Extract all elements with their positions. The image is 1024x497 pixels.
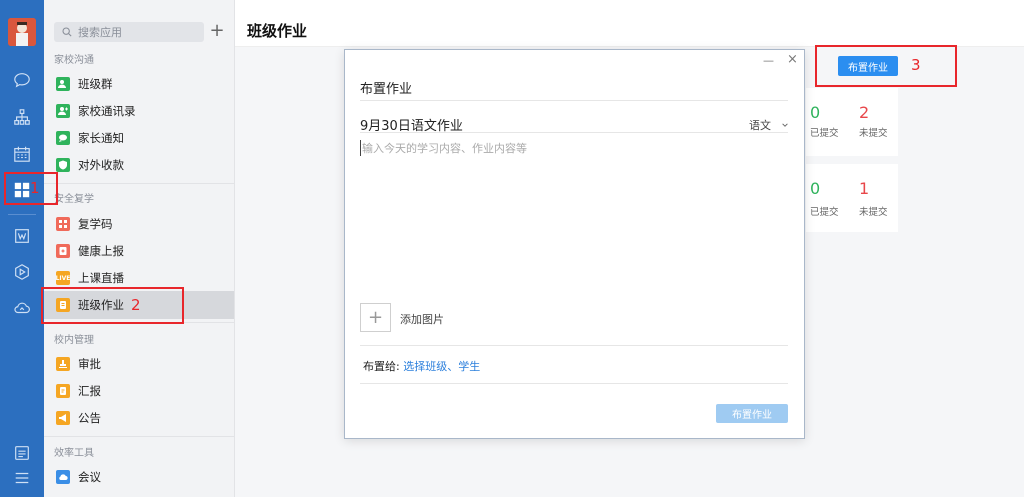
- nav-item-label: 上课直播: [78, 271, 124, 285]
- search-icon: [62, 27, 72, 37]
- nav-item-contacts[interactable]: 家校通讯录: [44, 97, 234, 125]
- annotation-box-2: [41, 287, 184, 324]
- doc-icon[interactable]: [12, 226, 32, 246]
- contacts-icon: [56, 104, 70, 118]
- class-group-icon: [56, 77, 70, 91]
- annotation-number-3: 3: [911, 56, 921, 74]
- unsubmitted-label: 未提交: [859, 207, 888, 218]
- nav-item-label: 家校通讯录: [78, 104, 136, 118]
- add-image-button[interactable]: +: [360, 303, 391, 332]
- nav-item-announcement[interactable]: 公告: [44, 404, 234, 432]
- nav-item-label: 班级群: [78, 77, 113, 91]
- section-title: 安全复学: [54, 194, 94, 205]
- dialog-divider: [360, 345, 788, 346]
- section-title: 家校沟通: [54, 55, 94, 66]
- megaphone-icon: [56, 411, 70, 425]
- search-placeholder: 搜索应用: [78, 26, 122, 39]
- subject-select[interactable]: 语文: [749, 117, 789, 133]
- nav-item-approval[interactable]: 审批: [44, 350, 234, 378]
- calendar-icon[interactable]: [12, 144, 32, 164]
- approval-stamp-icon: [56, 357, 70, 371]
- nav-item-meeting[interactable]: 会议: [44, 463, 234, 491]
- avatar[interactable]: [8, 18, 36, 46]
- minimize-button[interactable]: —: [763, 54, 774, 67]
- dialog-divider: [360, 132, 788, 133]
- menu-icon[interactable]: [12, 468, 32, 488]
- dialog-divider: [360, 100, 788, 101]
- nav-item-label: 审批: [78, 357, 101, 371]
- dialog-divider: [360, 383, 788, 384]
- left-rail: [0, 0, 44, 497]
- qr-code-icon: [56, 217, 70, 231]
- nav-item-return-code[interactable]: 复学码: [44, 210, 234, 238]
- nav-item-label: 复学码: [78, 217, 113, 231]
- homework-card[interactable]: 0 已提交 2 未提交: [806, 88, 898, 156]
- unsubmitted-count: 2: [859, 103, 870, 122]
- page-title: 班级作业: [247, 22, 308, 40]
- add-image-label: 添加图片: [400, 313, 444, 326]
- unsubmitted-count: 1: [859, 179, 870, 198]
- section-title: 效率工具: [54, 448, 94, 459]
- meeting-cloud-icon: [56, 470, 70, 484]
- nav-item-label: 会议: [78, 470, 101, 484]
- assign-to-label: 布置给:: [363, 360, 400, 373]
- submitted-count: 0: [810, 103, 821, 122]
- health-report-icon: [56, 244, 70, 258]
- assign-to-row: 布置给: 选择班级、学生: [363, 358, 480, 374]
- nav-item-label: 对外收款: [78, 158, 124, 172]
- dialog-submit-button[interactable]: 布置作业: [716, 404, 788, 423]
- nav-divider: [44, 183, 234, 184]
- section-title: 校内管理: [54, 335, 94, 346]
- chevron-down-icon: [781, 123, 788, 127]
- nav-item-payment[interactable]: 对外收款: [44, 151, 234, 179]
- send-icon[interactable]: [12, 262, 32, 282]
- notice-bubble-icon: [56, 131, 70, 145]
- unsubmitted-label: 未提交: [859, 128, 888, 139]
- nav-item-parent-notice[interactable]: 家长通知: [44, 124, 234, 152]
- assign-homework-dialog: — × 布置作业 9月30日语文作业 语文 输入今天的学习内容、作业内容等 + …: [344, 49, 805, 439]
- homework-content-input[interactable]: 输入今天的学习内容、作业内容等: [360, 140, 527, 156]
- nav-item-health-report[interactable]: 健康上报: [44, 237, 234, 265]
- homework-card[interactable]: 0 已提交 1 未提交: [806, 164, 898, 232]
- search-input[interactable]: 搜索应用: [54, 22, 204, 42]
- submitted-label: 已提交: [810, 128, 839, 139]
- annotation-box-3: [815, 45, 957, 87]
- add-app-button[interactable]: +: [208, 21, 226, 41]
- dialog-title: 布置作业: [360, 82, 413, 97]
- nav-item-label: 家长通知: [78, 131, 124, 145]
- nav-item-report[interactable]: 汇报: [44, 377, 234, 405]
- live-badge-icon: LIVE: [56, 271, 70, 285]
- close-button[interactable]: ×: [787, 52, 798, 67]
- report-icon: [56, 384, 70, 398]
- chat-icon[interactable]: [12, 70, 32, 90]
- select-class-student-link[interactable]: 选择班级、学生: [403, 360, 480, 373]
- avatar-image-icon: [8, 18, 36, 46]
- nav-item-label: 公告: [78, 411, 101, 425]
- nav-divider: [44, 436, 234, 437]
- nav-item-label: 健康上报: [78, 244, 124, 258]
- subject-value: 语文: [749, 119, 771, 132]
- submitted-label: 已提交: [810, 207, 839, 218]
- cloud-icon[interactable]: [12, 298, 32, 318]
- rail-divider: [8, 214, 36, 215]
- nav-item-label: 汇报: [78, 384, 101, 398]
- nav-item-class-group[interactable]: 班级群: [44, 70, 234, 98]
- notes-icon[interactable]: [12, 443, 32, 463]
- org-icon[interactable]: [12, 107, 32, 127]
- annotation-number-2: 2: [131, 296, 141, 314]
- submitted-count: 0: [810, 179, 821, 198]
- app-nav-panel: 搜索应用 + 家校沟通 班级群 家校通讯录 家长通知 对外收款 安全复学 复学码…: [44, 0, 235, 497]
- annotation-number-1: 1: [30, 179, 40, 197]
- shield-payment-icon: [56, 158, 70, 172]
